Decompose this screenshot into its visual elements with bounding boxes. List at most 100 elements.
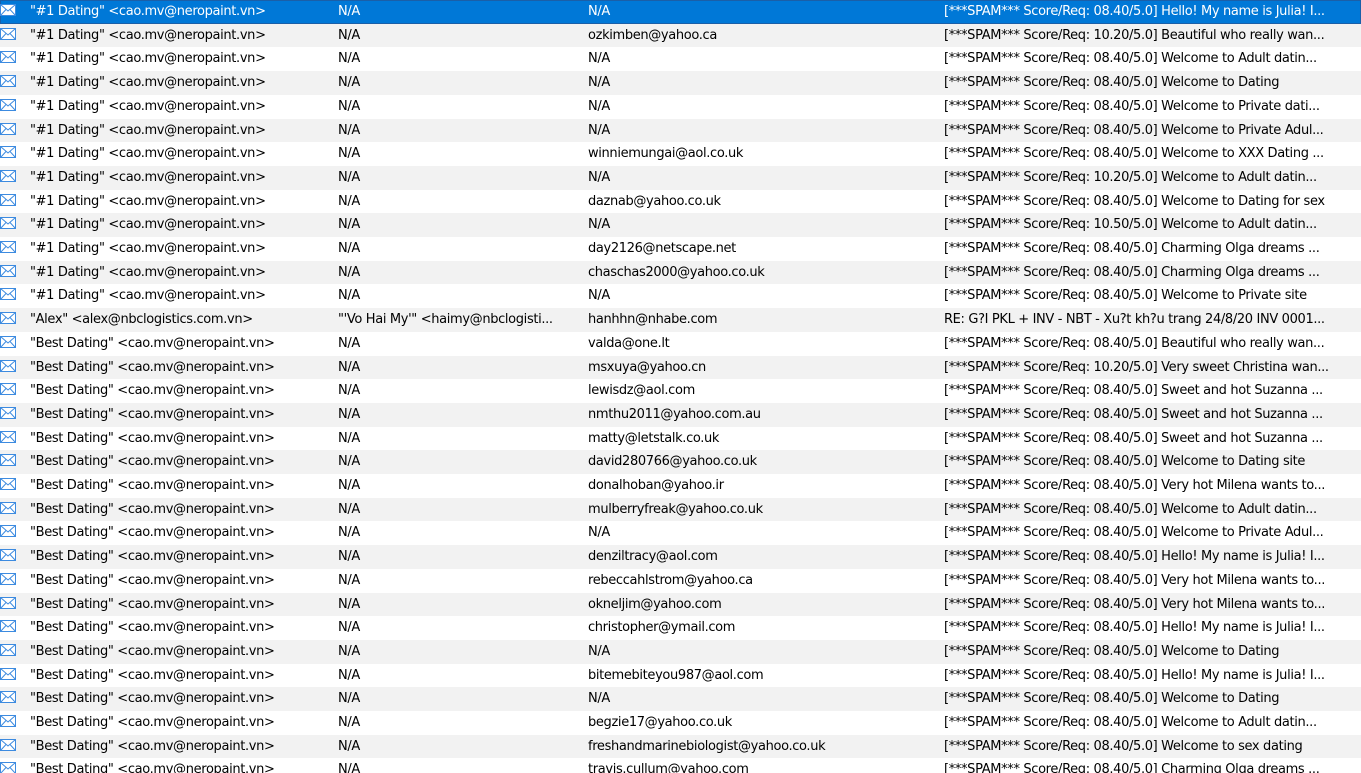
from-cell: "#1 Dating" <cao.mv@neropaint.vn> bbox=[30, 169, 266, 185]
cc-cell: travis.cullum@yahoo.com bbox=[588, 762, 749, 773]
message-row[interactable]: "#1 Dating" <cao.mv@neropaint.vn> N/A N/… bbox=[0, 213, 1361, 237]
to-cell: N/A bbox=[338, 406, 360, 422]
from-cell: "#1 Dating" <cao.mv@neropaint.vn> bbox=[30, 146, 266, 162]
message-row[interactable]: "Best Dating" <cao.mv@neropaint.vn> N/A … bbox=[0, 521, 1361, 545]
envelope-icon-cell bbox=[0, 758, 24, 773]
message-row[interactable]: "#1 Dating" <cao.mv@neropaint.vn> N/A N/… bbox=[0, 95, 1361, 119]
message-row[interactable]: "Best Dating" <cao.mv@neropaint.vn> N/A … bbox=[0, 664, 1361, 688]
cc-cell: valda@one.lt bbox=[588, 335, 670, 351]
subject-cell: [***SPAM*** Score/Req: 08.40/5.0] Welcom… bbox=[944, 691, 1280, 707]
cc-cell: day2126@netscape.net bbox=[588, 241, 736, 256]
envelope-icon bbox=[0, 217, 16, 230]
message-row[interactable]: "#1 Dating" <cao.mv@neropaint.vn> N/A wi… bbox=[0, 142, 1361, 166]
envelope-icon bbox=[0, 383, 16, 396]
envelope-icon bbox=[0, 241, 16, 253]
message-row[interactable]: "Best Dating" <cao.mv@neropaint.vn> N/A … bbox=[0, 474, 1361, 498]
message-row[interactable]: "Best Dating" <cao.mv@neropaint.vn> N/A … bbox=[0, 711, 1361, 735]
subject-cell: [***SPAM*** Score/Req: 08.40/5.0] Very h… bbox=[944, 596, 1326, 612]
message-row[interactable]: "Best Dating" <cao.mv@neropaint.vn> N/A … bbox=[0, 379, 1361, 403]
cc-cell: daznab@yahoo.co.uk bbox=[588, 193, 721, 209]
subject-cell: [***SPAM*** Score/Req: 08.40/5.0] Sweet … bbox=[944, 406, 1323, 422]
message-row[interactable]: "#1 Dating" <cao.mv@neropaint.vn> N/A N/… bbox=[0, 47, 1361, 71]
message-row[interactable]: "#1 Dating" <cao.mv@neropaint.vn> N/A da… bbox=[0, 237, 1361, 261]
envelope-icon bbox=[0, 288, 16, 301]
envelope-icon bbox=[0, 454, 16, 467]
cc-cell: freshandmarinebiologist@yahoo.co.uk bbox=[588, 738, 826, 754]
message-row[interactable]: "#1 Dating" <cao.mv@neropaint.vn> N/A N/… bbox=[0, 118, 1361, 143]
from-cell: "Best Dating" <cao.mv@neropaint.vn> bbox=[30, 620, 275, 636]
envelope-icon bbox=[0, 478, 16, 490]
to-cell: N/A bbox=[338, 643, 360, 659]
to-cell: N/A bbox=[338, 193, 360, 209]
to-cell: N/A bbox=[338, 98, 360, 114]
from-cell: "Alex" <alex@nbclogistics.com.vn> bbox=[30, 312, 253, 328]
from-cell: "#1 Dating" <cao.mv@neropaint.vn> bbox=[30, 51, 266, 67]
message-row[interactable]: "#1 Dating" <cao.mv@neropaint.vn> N/A N/… bbox=[0, 71, 1361, 95]
message-row[interactable]: "#1 Dating" <cao.mv@neropaint.vn> N/A oz… bbox=[0, 23, 1361, 48]
message-row[interactable]: "Best Dating" <cao.mv@neropaint.vn> N/A … bbox=[0, 355, 1361, 380]
to-cell: N/A bbox=[338, 454, 360, 470]
envelope-icon bbox=[0, 335, 16, 348]
to-cell: N/A bbox=[338, 217, 360, 233]
message-row[interactable]: "Best Dating" <cao.mv@neropaint.vn> N/A … bbox=[0, 402, 1361, 427]
envelope-icon-cell bbox=[0, 166, 24, 190]
cc-cell: hanhhn@nhabe.com bbox=[588, 312, 718, 328]
envelope-icon bbox=[0, 4, 16, 16]
cc-cell: N/A bbox=[588, 169, 610, 185]
envelope-icon-cell bbox=[0, 403, 24, 427]
envelope-icon-cell bbox=[0, 119, 24, 143]
subject-cell: [***SPAM*** Score/Req: 08.40/5.0] Charmi… bbox=[944, 241, 1320, 256]
cc-cell: bitemebiteyou987@aol.com bbox=[588, 667, 764, 683]
message-row[interactable]: "Best Dating" <cao.mv@neropaint.vn> N/A … bbox=[0, 687, 1361, 711]
envelope-icon-cell bbox=[0, 0, 24, 24]
cc-cell: chaschas2000@yahoo.co.uk bbox=[588, 264, 765, 280]
to-cell: N/A bbox=[338, 383, 360, 399]
envelope-icon bbox=[0, 572, 16, 585]
message-row[interactable]: "Best Dating" <cao.mv@neropaint.vn> N/A … bbox=[0, 569, 1361, 593]
message-row[interactable]: "#1 Dating" <cao.mv@neropaint.vn> N/A da… bbox=[0, 190, 1361, 214]
message-row[interactable]: "Best Dating" <cao.mv@neropaint.vn> N/A … bbox=[0, 592, 1361, 617]
message-row[interactable]: "#1 Dating" <cao.mv@neropaint.vn> N/A ch… bbox=[0, 260, 1361, 285]
envelope-icon-cell bbox=[0, 379, 24, 403]
subject-cell: [***SPAM*** Score/Req: 10.20/5.0] Beauti… bbox=[944, 27, 1325, 43]
from-cell: "Best Dating" <cao.mv@neropaint.vn> bbox=[30, 667, 275, 683]
subject-cell: [***SPAM*** Score/Req: 10.50/5.0] Welcom… bbox=[944, 217, 1317, 233]
message-row[interactable]: "#1 Dating" <cao.mv@neropaint.vn> N/A N/… bbox=[0, 165, 1361, 190]
message-row[interactable]: "Best Dating" <cao.mv@neropaint.vn> N/A … bbox=[0, 616, 1361, 640]
message-row[interactable]: "Alex" <alex@nbclogistics.com.vn> "'Vo H… bbox=[0, 308, 1361, 332]
subject-cell: [***SPAM*** Score/Req: 08.40/5.0] Welcom… bbox=[944, 75, 1280, 91]
message-row[interactable]: "#1 Dating" <cao.mv@neropaint.vn> N/A N/… bbox=[0, 0, 1361, 24]
envelope-icon bbox=[0, 75, 16, 88]
to-cell: N/A bbox=[338, 359, 360, 375]
envelope-icon-cell bbox=[0, 427, 24, 451]
to-cell: N/A bbox=[338, 241, 360, 256]
to-cell: N/A bbox=[338, 288, 360, 304]
message-row[interactable]: "Best Dating" <cao.mv@neropaint.vn> N/A … bbox=[0, 427, 1361, 451]
envelope-icon bbox=[0, 620, 16, 633]
envelope-icon bbox=[0, 264, 16, 277]
to-cell: N/A bbox=[338, 667, 360, 683]
message-row[interactable]: "Best Dating" <cao.mv@neropaint.vn> N/A … bbox=[0, 545, 1361, 569]
cc-cell: christopher@ymail.com bbox=[588, 620, 736, 636]
to-cell: N/A bbox=[338, 762, 360, 773]
envelope-icon bbox=[0, 312, 16, 325]
message-row[interactable]: "Best Dating" <cao.mv@neropaint.vn> N/A … bbox=[0, 332, 1361, 356]
message-row[interactable]: "Best Dating" <cao.mv@neropaint.vn> N/A … bbox=[0, 734, 1361, 759]
from-cell: "Best Dating" <cao.mv@neropaint.vn> bbox=[30, 691, 275, 707]
from-cell: "Best Dating" <cao.mv@neropaint.vn> bbox=[30, 572, 275, 588]
from-cell: "Best Dating" <cao.mv@neropaint.vn> bbox=[30, 715, 275, 730]
from-cell: "#1 Dating" <cao.mv@neropaint.vn> bbox=[30, 264, 266, 280]
message-row[interactable]: "Best Dating" <cao.mv@neropaint.vn> N/A … bbox=[0, 450, 1361, 474]
cc-cell: nmthu2011@yahoo.com.au bbox=[588, 406, 761, 422]
envelope-icon-cell bbox=[0, 711, 24, 735]
envelope-icon-cell bbox=[0, 356, 24, 380]
message-row[interactable]: "#1 Dating" <cao.mv@neropaint.vn> N/A N/… bbox=[0, 284, 1361, 308]
message-list[interactable]: "#1 Dating" <cao.mv@neropaint.vn> N/A N/… bbox=[0, 0, 1361, 773]
subject-cell: [***SPAM*** Score/Req: 08.40/5.0] Welcom… bbox=[944, 454, 1306, 470]
message-row[interactable]: "Best Dating" <cao.mv@neropaint.vn> N/A … bbox=[0, 497, 1361, 522]
message-row[interactable]: "Best Dating" <cao.mv@neropaint.vn> N/A … bbox=[0, 639, 1361, 664]
message-row[interactable]: "Best Dating" <cao.mv@neropaint.vn> N/A … bbox=[0, 758, 1361, 773]
subject-cell: [***SPAM*** Score/Req: 08.40/5.0] Welcom… bbox=[944, 738, 1303, 754]
to-cell: N/A bbox=[338, 430, 360, 446]
subject-cell: [***SPAM*** Score/Req: 08.40/5.0] Sweet … bbox=[944, 430, 1323, 446]
